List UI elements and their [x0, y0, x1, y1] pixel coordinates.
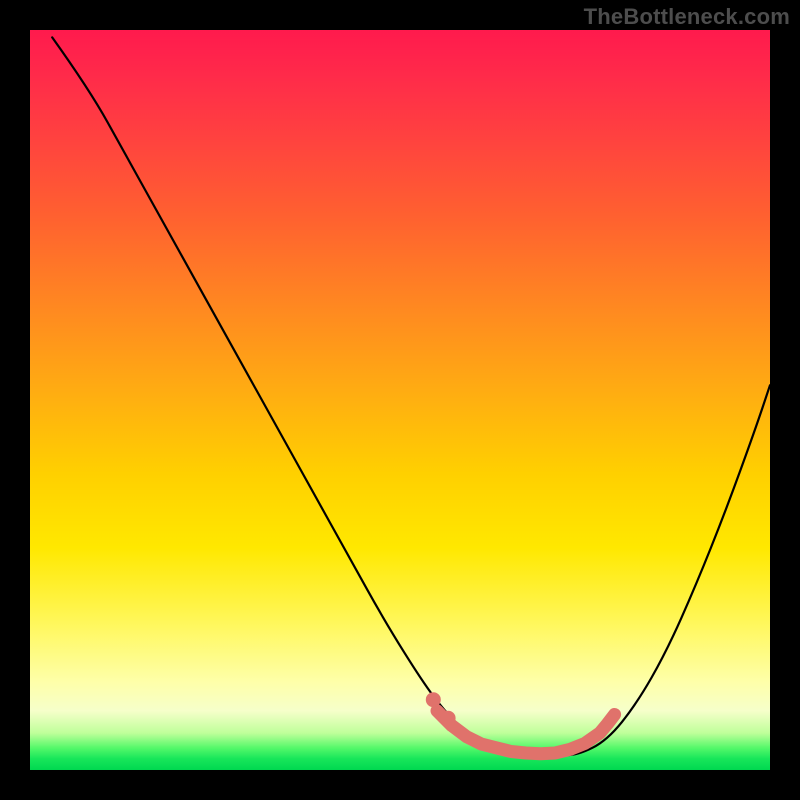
highlight-dot-1 — [441, 711, 456, 726]
highlight-markers — [426, 692, 615, 754]
highlight-stroke — [437, 711, 615, 754]
chart-plot-area — [30, 30, 770, 770]
bottleneck-curve — [52, 37, 770, 755]
outer-frame: TheBottleneck.com — [0, 0, 800, 800]
highlight-dot-0 — [426, 692, 441, 707]
watermark-text: TheBottleneck.com — [584, 4, 790, 30]
chart-svg — [30, 30, 770, 770]
